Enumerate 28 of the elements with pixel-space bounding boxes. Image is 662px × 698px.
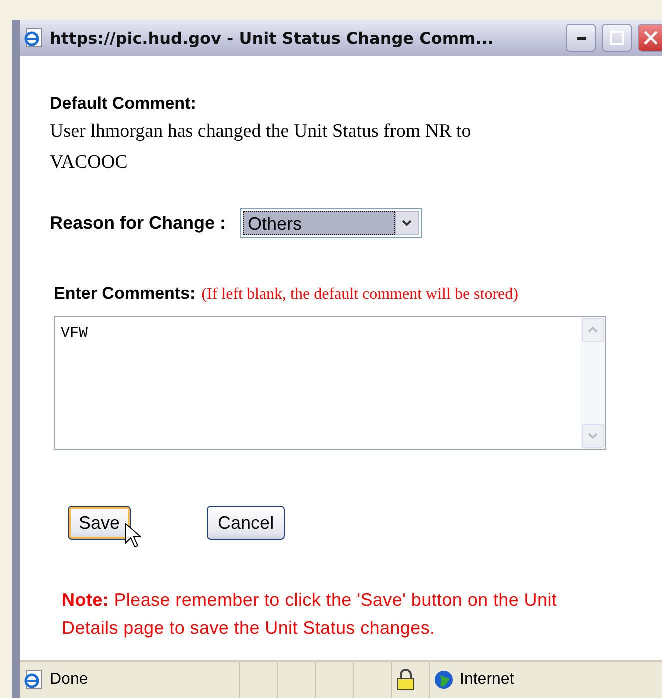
maximize-button[interactable]: [602, 24, 632, 52]
comments-label: Enter Comments:: [54, 284, 196, 304]
minimize-button[interactable]: [566, 24, 596, 52]
padlock-icon: [396, 669, 416, 691]
minimize-icon: [576, 36, 586, 40]
note-text: Note: Please remember to click the 'Save' button on the Unit Details page to save the Unit Status changes.: [61, 589, 558, 640]
scroll-up-button[interactable]: [582, 318, 604, 342]
ie-icon: [24, 670, 44, 690]
close-icon: [644, 31, 658, 45]
chevron-down-icon: [402, 220, 412, 226]
chevron-down-icon: [588, 433, 598, 439]
dialog-button[interactable]: Cancel: [207, 506, 286, 540]
default-comment-text: User lhmorgan has changed the Unit Status from NR to VACOOC: [50, 120, 472, 175]
default-comment-label: Default Comment:: [50, 94, 198, 114]
chevron-up-icon: [588, 327, 598, 333]
zone-text: Internet: [460, 671, 514, 689]
scroll-down-button[interactable]: [582, 424, 604, 448]
comments-hint: (If left blank, the default comment will be stored): [202, 286, 518, 304]
reason-dropdown[interactable]: Others: [240, 208, 422, 238]
comments-textarea[interactable]: VFW: [54, 316, 606, 450]
globe-icon: [434, 670, 454, 690]
reason-label: Reason for Change :: [50, 212, 226, 234]
mouse-pointer-icon: [125, 523, 141, 549]
maximize-icon: [610, 31, 624, 45]
close-button[interactable]: [638, 24, 662, 52]
window-title: https://pic.hud.gov - Unit Status Change Comm...: [50, 28, 495, 48]
page-icon: [24, 28, 44, 48]
status-text: Done: [50, 671, 88, 689]
